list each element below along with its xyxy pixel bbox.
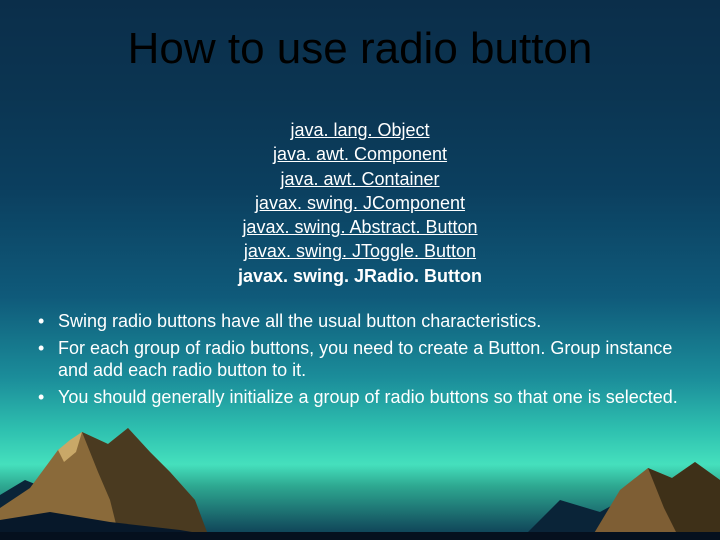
hierarchy-final: javax. swing. JRadio. Button [238, 266, 482, 286]
list-item: You should generally initialize a group … [32, 386, 684, 409]
hierarchy-link: javax. swing. JToggle. Button [244, 241, 476, 261]
bullet-list: Swing radio buttons have all the usual b… [32, 310, 684, 412]
slide: How to use radio button java. lang. Obje… [0, 0, 720, 540]
hierarchy-link: java. awt. Container [280, 169, 439, 189]
class-hierarchy: java. lang. Object java. awt. Component … [0, 118, 720, 288]
slide-title: How to use radio button [0, 24, 720, 74]
hierarchy-link: java. lang. Object [290, 120, 429, 140]
hierarchy-link: javax. swing. Abstract. Button [242, 217, 477, 237]
list-item: For each group of radio buttons, you nee… [32, 337, 684, 382]
hierarchy-link: javax. swing. JComponent [255, 193, 465, 213]
list-item: Swing radio buttons have all the usual b… [32, 310, 684, 333]
hierarchy-link: java. awt. Component [273, 144, 447, 164]
